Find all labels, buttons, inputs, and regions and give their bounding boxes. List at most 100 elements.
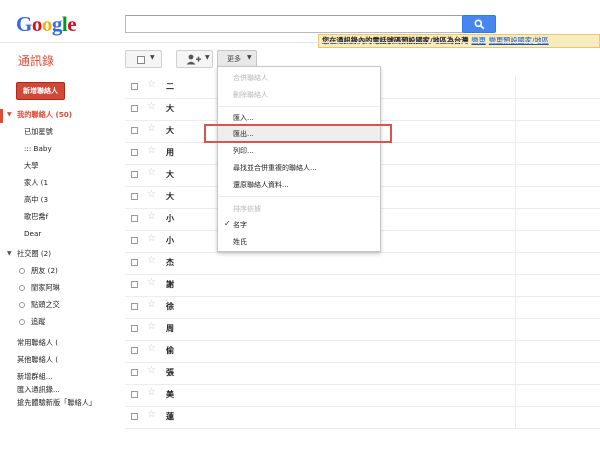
star-icon[interactable]: ☆ <box>147 211 156 222</box>
menu-sort-header: 排序依據 <box>233 205 261 213</box>
menu-divider <box>218 196 380 197</box>
row-checkbox[interactable] <box>131 369 138 376</box>
add-to-group-button[interactable]: ▼ <box>176 50 213 68</box>
contact-name: 大 <box>166 192 174 201</box>
star-icon[interactable]: ☆ <box>147 101 156 112</box>
contact-row[interactable]: ☆ 徐 <box>125 296 600 318</box>
contact-name: 小 <box>166 236 174 245</box>
menu-item-sort-last-name[interactable]: 姓氏 <box>233 237 247 247</box>
star-icon[interactable]: ☆ <box>147 145 156 156</box>
star-icon[interactable]: ☆ <box>147 387 156 398</box>
try-new-contacts-link[interactable]: 搶先體驗新版「聯絡人」 <box>17 398 96 408</box>
column-divider <box>515 274 516 296</box>
star-icon[interactable]: ☆ <box>147 365 156 376</box>
contact-name: 大 <box>166 126 174 135</box>
row-checkbox[interactable] <box>131 83 138 90</box>
star-icon[interactable]: ☆ <box>147 189 156 200</box>
star-icon[interactable]: ☆ <box>147 255 156 266</box>
sidebar-item-frequent[interactable]: 常用聯絡人 ( <box>17 338 58 348</box>
new-contact-button[interactable]: 新增聯絡人 <box>16 82 65 100</box>
sidebar-item-starred[interactable]: 已加星號 <box>24 127 53 137</box>
header-divider <box>0 42 600 43</box>
contact-name: 大 <box>166 104 174 113</box>
contact-row[interactable]: ☆ 謝 <box>125 274 600 296</box>
contact-row[interactable]: ☆ 周 <box>125 318 600 340</box>
row-checkbox[interactable] <box>131 237 138 244</box>
row-checkbox[interactable] <box>131 303 138 310</box>
sidebar-item-my-contacts[interactable]: 我的聯絡人 (50) <box>17 110 72 120</box>
star-icon[interactable]: ☆ <box>147 409 156 420</box>
row-checkbox[interactable] <box>131 347 138 354</box>
contact-row[interactable]: ☆ 張 <box>125 362 600 384</box>
sidebar-item-circle[interactable]: 閨家阿琳 <box>31 283 60 293</box>
row-checkbox[interactable] <box>131 171 138 178</box>
contact-name: 周 <box>166 324 174 333</box>
row-checkbox[interactable] <box>131 193 138 200</box>
star-icon[interactable]: ☆ <box>147 233 156 244</box>
column-divider <box>515 362 516 384</box>
sidebar-item-circles[interactable]: 社交圈 (2) <box>17 249 51 259</box>
row-checkbox[interactable] <box>131 413 138 420</box>
menu-item-sort-first-name[interactable]: 名字 <box>233 220 247 230</box>
contact-row[interactable]: ☆ 美 <box>125 384 600 406</box>
new-group-link[interactable]: 新增群組... <box>17 372 53 382</box>
contact-row[interactable]: ☆ 蓮 <box>125 406 600 428</box>
row-checkbox[interactable] <box>131 149 138 156</box>
row-checkbox[interactable] <box>131 281 138 288</box>
checkbox-icon <box>137 56 145 64</box>
expand-triangle-icon[interactable]: ▼ <box>7 111 12 118</box>
column-divider <box>515 98 516 120</box>
contact-row[interactable]: ☆ 偷 <box>125 340 600 362</box>
star-icon[interactable]: ☆ <box>147 79 156 90</box>
search-input[interactable] <box>125 15 463 33</box>
menu-item-find-duplicates[interactable]: 尋找並合併重複的聯絡人... <box>233 163 317 173</box>
sidebar-item-group[interactable]: 高中 (3 <box>24 195 48 205</box>
star-icon[interactable]: ☆ <box>147 343 156 354</box>
chevron-down-icon: ▼ <box>150 54 155 61</box>
sidebar-item-group[interactable]: Dear <box>24 229 41 238</box>
sidebar-item-other[interactable]: 其他聯絡人 ( <box>17 355 58 365</box>
add-person-icon <box>186 54 201 65</box>
contact-name: 徐 <box>166 302 174 311</box>
column-divider <box>515 76 516 98</box>
contact-row[interactable]: ☆ 杰 <box>125 252 600 274</box>
column-divider <box>515 406 516 428</box>
sidebar-item-circle[interactable]: 追蹤 <box>31 317 45 327</box>
star-icon[interactable]: ☆ <box>147 123 156 134</box>
sidebar-item-group[interactable]: 大學 <box>24 161 38 171</box>
row-checkbox[interactable] <box>131 259 138 266</box>
column-divider <box>515 186 516 208</box>
row-checkbox[interactable] <box>131 391 138 398</box>
notice-message: 您在通訊錄內的電話號碼預設國家/地區為台灣 <box>322 36 469 45</box>
check-icon: ✓ <box>224 219 231 228</box>
import-contacts-link[interactable]: 匯入通訊錄... <box>17 385 60 395</box>
search-button[interactable] <box>462 15 496 33</box>
star-icon[interactable]: ☆ <box>147 277 156 288</box>
row-checkbox[interactable] <box>131 215 138 222</box>
star-icon[interactable]: ☆ <box>147 167 156 178</box>
chevron-down-icon: ▼ <box>205 54 210 61</box>
change-link[interactable]: 變更 <box>471 36 485 45</box>
row-checkbox[interactable] <box>131 325 138 332</box>
menu-item-restore[interactable]: 還原聯絡人資料... <box>233 180 289 190</box>
row-checkbox[interactable] <box>131 105 138 112</box>
google-logo[interactable]: Google <box>16 12 77 37</box>
expand-triangle-icon[interactable]: ▼ <box>7 250 12 257</box>
page-title[interactable]: 通訊錄 <box>18 52 54 69</box>
sidebar-item-circle[interactable]: 朋友 (2) <box>31 266 58 276</box>
star-icon[interactable]: ☆ <box>147 299 156 310</box>
sidebar-item-group[interactable]: 歌巴喬f <box>24 212 48 222</box>
star-icon[interactable]: ☆ <box>147 321 156 332</box>
chevron-down-icon: ▼ <box>247 54 252 61</box>
more-label: 更多 <box>227 55 241 63</box>
contact-name: 小 <box>166 214 174 223</box>
row-checkbox[interactable] <box>131 127 138 134</box>
menu-item-print[interactable]: 列印... <box>233 146 254 156</box>
menu-item-import[interactable]: 匯入... <box>233 113 254 123</box>
sidebar-item-circle[interactable]: 點頭之交 <box>31 300 60 310</box>
column-divider <box>515 230 516 252</box>
change-default-region-link[interactable]: 變更預設國家/地區 <box>489 36 549 45</box>
sidebar-item-group[interactable]: ::: Baby <box>24 144 52 153</box>
sidebar-item-group[interactable]: 家人 (1 <box>24 178 48 188</box>
select-checkbox-button[interactable]: ▼ <box>125 50 162 68</box>
